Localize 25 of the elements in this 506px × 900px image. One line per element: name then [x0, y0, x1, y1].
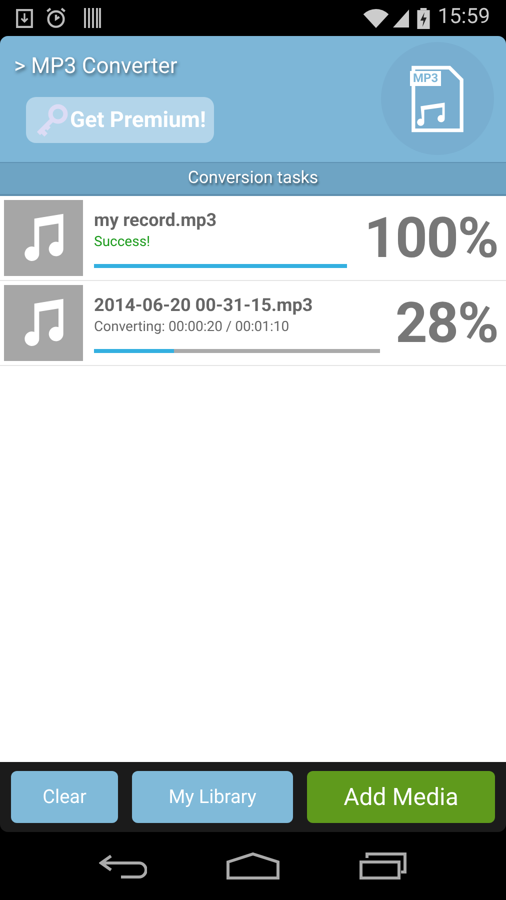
- percent-value: 28%: [395, 289, 499, 358]
- percent-value: 100%: [364, 204, 499, 273]
- download-icon: [16, 8, 33, 28]
- action-button[interactable]: Add Media: [307, 771, 495, 823]
- status-time: 15:59: [438, 4, 490, 32]
- file-name: 2014-06-20 00-31-15.mp3: [94, 295, 314, 317]
- section-title: Conversion tasks: [188, 166, 318, 190]
- back-icon[interactable]: [99, 852, 148, 880]
- task-status: Success!: [94, 233, 152, 252]
- wifi-icon: [362, 8, 389, 28]
- action-button[interactable]: Clear: [11, 771, 118, 823]
- barcode-icon: [83, 8, 101, 28]
- file-name: my record.mp3: [94, 210, 218, 232]
- action-button[interactable]: My Library: [132, 771, 293, 823]
- task-row[interactable]: 2014-06-20 00-31-15.mp3 Converting: 00:00:20 / 00:01:10 28%: [0, 281, 506, 366]
- recent-apps-icon[interactable]: [358, 852, 407, 880]
- key-icon: [34, 102, 70, 138]
- mp3-logo: MP3: [381, 42, 494, 155]
- app-title: > MP3 Converter: [14, 53, 178, 81]
- task-status: Converting: 00:00:20 / 00:01:10: [94, 318, 290, 337]
- alarm-clock-icon: [45, 7, 67, 29]
- task-row[interactable]: my record.mp3 Success! 100%: [0, 196, 506, 281]
- signal-icon: [392, 8, 409, 28]
- battery-charging-icon: [416, 8, 430, 28]
- home-icon[interactable]: [226, 852, 280, 880]
